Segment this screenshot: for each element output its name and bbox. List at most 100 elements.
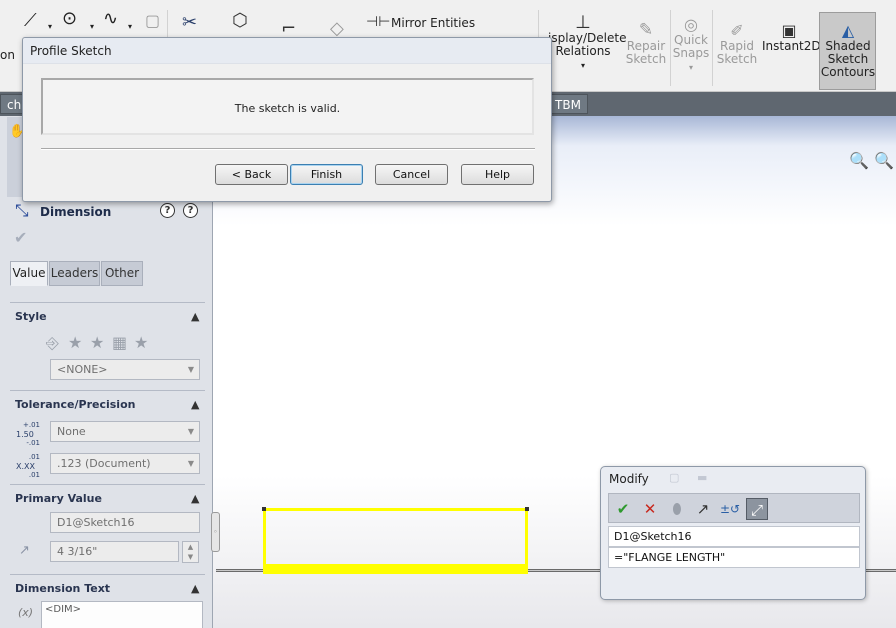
tolerance-type-combo[interactable]: None ▼ bbox=[50, 421, 200, 442]
tolerance-section-heading[interactable]: Tolerance/Precision bbox=[15, 398, 135, 411]
zoom-to-fit-icon[interactable]: 🔍 bbox=[849, 151, 869, 170]
spline-dropdown-icon[interactable]: ▾ bbox=[128, 20, 132, 33]
modify-dialog-title[interactable]: Modify bbox=[609, 472, 649, 486]
repair-sketch-button[interactable]: ✎ Repair Sketch bbox=[624, 20, 668, 66]
reset-spin-increment-icon[interactable]: ↗ bbox=[692, 498, 714, 520]
circle-dropdown-icon[interactable]: ▾ bbox=[90, 20, 94, 33]
whats-wrong-help-icon[interactable]: ? bbox=[160, 203, 175, 218]
style-buttons: ⎆ ★ ★ ▦ ★ bbox=[46, 333, 156, 353]
repair-sketch-icon: ✎ bbox=[638, 20, 654, 40]
value-spinner[interactable]: ▲ ▼ bbox=[182, 541, 199, 563]
section-divider bbox=[10, 390, 205, 391]
instant2d-icon: ▣ bbox=[781, 21, 797, 40]
zoom-to-area-icon[interactable]: 🔍 bbox=[874, 151, 894, 170]
button-label: Quick bbox=[674, 33, 708, 47]
cancel-button[interactable]: Cancel bbox=[375, 164, 448, 185]
ok-check-icon[interactable]: ✔ bbox=[612, 498, 634, 520]
button-label: Sketch bbox=[625, 52, 667, 66]
tab-leaders[interactable]: Leaders bbox=[49, 261, 100, 286]
ok-check-icon[interactable]: ✔ bbox=[14, 228, 27, 247]
style-section-heading[interactable]: Style bbox=[15, 310, 47, 323]
dialog-message-box: The sketch is valid. bbox=[41, 78, 534, 135]
dimension-name-field[interactable]: D1@Sketch16 bbox=[50, 512, 200, 533]
chevron-down-icon: ▼ bbox=[187, 427, 194, 436]
chevron-down-icon: ▼ bbox=[187, 459, 194, 468]
add-style-icon[interactable]: ★ bbox=[68, 333, 90, 352]
save-style-icon[interactable]: ▦ bbox=[112, 333, 134, 352]
sketch-corner-point[interactable] bbox=[525, 507, 529, 511]
dropdown-icon: ▾ bbox=[580, 61, 585, 70]
rapid-sketch-button[interactable]: ✐ Rapid Sketch bbox=[716, 21, 758, 66]
apply-style-icon[interactable]: ⎆ bbox=[46, 333, 68, 353]
dimension-value-field[interactable]: 4 3/16" bbox=[50, 541, 179, 562]
section-divider bbox=[10, 484, 205, 485]
section-divider bbox=[10, 302, 205, 303]
plane-tool-icon[interactable]: ▢ bbox=[145, 13, 160, 29]
panel-resize-grip[interactable]: ◦ bbox=[211, 512, 220, 552]
help-button[interactable]: Help bbox=[461, 164, 534, 185]
section-divider bbox=[10, 574, 205, 575]
tab-tbm[interactable]: TBM bbox=[548, 94, 588, 114]
trim-entities-icon[interactable]: ✂ bbox=[182, 14, 197, 32]
icon-text: 1.50 bbox=[16, 430, 34, 439]
equation-icon[interactable]: (x) bbox=[18, 606, 33, 619]
reverse-sense-icon[interactable]: ±↺ bbox=[719, 498, 741, 520]
offset-entities-icon[interactable]: ⌐ bbox=[281, 20, 296, 38]
mirror-entities-button[interactable]: Mirror Entities bbox=[391, 17, 475, 30]
button-label: Instant2D bbox=[762, 39, 821, 53]
help-icon[interactable]: ? bbox=[183, 203, 198, 218]
dimension-text-section-heading[interactable]: Dimension Text bbox=[15, 582, 110, 595]
profile-sketch-dialog: Profile Sketch The sketch is valid. < Ba… bbox=[22, 37, 552, 202]
spline-tool-icon[interactable]: ∿ bbox=[103, 10, 118, 28]
icon-text: X.XX bbox=[16, 462, 35, 471]
mirror-entities-icon[interactable]: ⊣⊢ bbox=[366, 15, 390, 29]
finish-button[interactable]: Finish bbox=[290, 164, 363, 185]
modify-dialog: Modify ▢ ▬ ✔ ✕ ⬮ ↗ ±↺ ⤢ D1@Sketch16 ="FL… bbox=[600, 466, 866, 600]
button-label: Shaded bbox=[825, 39, 871, 53]
tab-value[interactable]: Value bbox=[10, 261, 48, 286]
mark-dimension-icon[interactable]: ⤢ bbox=[746, 498, 768, 520]
collapse-caret-icon[interactable]: ▲ bbox=[191, 398, 199, 411]
button-label: isplay/Delete bbox=[548, 31, 627, 45]
primary-value-section-heading[interactable]: Primary Value bbox=[15, 492, 102, 505]
expression-input[interactable]: ="FLANGE LENGTH" bbox=[608, 547, 860, 568]
style-combo[interactable]: <NONE> ▼ bbox=[50, 359, 200, 380]
ghost-icon: ▢ bbox=[669, 471, 680, 484]
collapse-caret-icon[interactable]: ▲ bbox=[191, 582, 199, 595]
back-button[interactable]: < Back bbox=[215, 164, 288, 185]
dialog-separator bbox=[41, 148, 535, 150]
dialog-titlebar[interactable]: Profile Sketch bbox=[23, 38, 551, 64]
precision-combo[interactable]: .123 (Document) ▼ bbox=[50, 453, 200, 474]
collapse-caret-icon[interactable]: ▲ bbox=[191, 310, 199, 323]
button-label: Sketch bbox=[716, 52, 758, 66]
rapid-sketch-icon: ✐ bbox=[730, 21, 744, 40]
offset-on-surface-icon[interactable]: ◇ bbox=[330, 20, 344, 38]
pm-title: Dimension bbox=[40, 205, 112, 219]
collapse-caret-icon[interactable]: ▲ bbox=[191, 492, 199, 505]
display-delete-relations-button[interactable]: ⊥ isplay/Delete Relations ▾ bbox=[548, 14, 626, 72]
delete-style-icon[interactable]: ★ bbox=[90, 333, 112, 352]
shaded-sketch-contours-button[interactable]: ◭ Shaded Sketch Contours bbox=[820, 23, 876, 79]
modify-toolbar: ✔ ✕ ⬮ ↗ ±↺ ⤢ bbox=[608, 493, 860, 523]
instant2d-button[interactable]: ▣ Instant2D bbox=[762, 21, 821, 53]
tab-other[interactable]: Other bbox=[101, 261, 143, 286]
convert-entities-icon[interactable]: ⬡ bbox=[232, 12, 248, 30]
line-dropdown-icon[interactable]: ▾ bbox=[48, 20, 52, 33]
load-style-icon[interactable]: ★ bbox=[134, 333, 156, 352]
selected-sketch-rectangle[interactable] bbox=[263, 508, 528, 574]
quick-snaps-button[interactable]: ◎ Quick Snaps ▾ bbox=[672, 17, 710, 74]
line-tool-icon[interactable]: ⟋ bbox=[24, 12, 37, 30]
ribbon-separator bbox=[712, 10, 713, 86]
circle-tool-icon[interactable]: ⊙ bbox=[62, 10, 77, 28]
dimension-icon: ⤡ bbox=[15, 201, 29, 221]
chevron-down-icon: ▼ bbox=[187, 365, 194, 374]
rebuild-icon[interactable]: ⬮ bbox=[666, 498, 688, 520]
sketch-corner-point[interactable] bbox=[262, 507, 266, 511]
cancel-x-icon[interactable]: ✕ bbox=[639, 498, 661, 520]
dimension-text-box[interactable]: <DIM> bbox=[41, 601, 203, 628]
dimension-name-row[interactable]: D1@Sketch16 bbox=[608, 526, 860, 547]
button-label: Rapid bbox=[720, 39, 754, 53]
dimension-name-text: D1@Sketch16 bbox=[614, 530, 692, 543]
dimension-text-value: <DIM> bbox=[45, 604, 82, 615]
button-label: Contours bbox=[820, 65, 876, 79]
